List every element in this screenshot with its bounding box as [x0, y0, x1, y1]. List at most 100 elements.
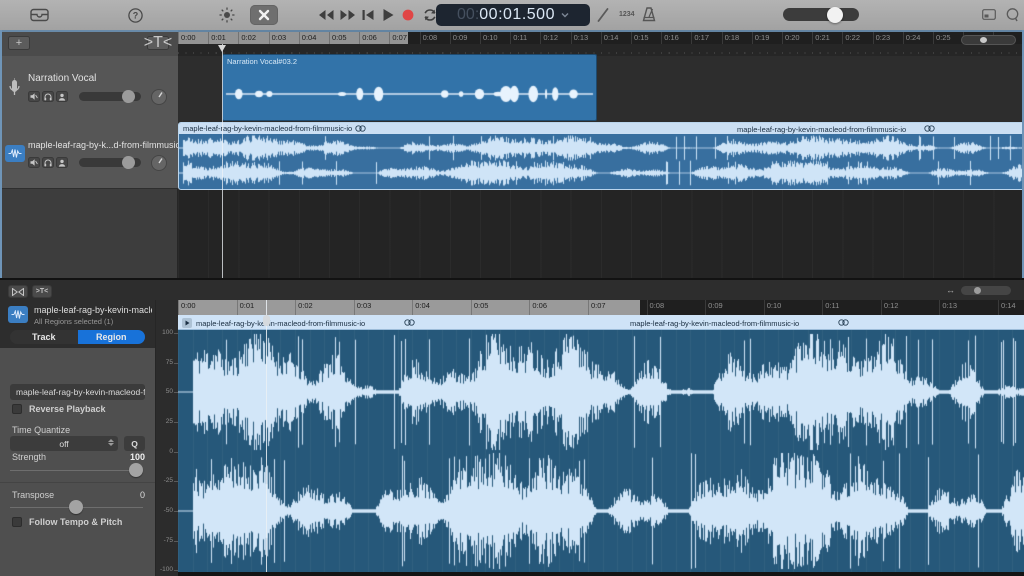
- editor-tab-bar: Track Region: [10, 330, 145, 344]
- ruler-tick-label: 0:04: [415, 301, 430, 310]
- ruler-tick-label: 0:11: [513, 33, 527, 42]
- ruler-tick: [812, 32, 813, 44]
- ruler-tick-label: 0:14: [1001, 301, 1016, 310]
- strength-slider-track[interactable]: [10, 470, 143, 471]
- ruler-tick-label: 0:12: [884, 301, 899, 310]
- region-play-icon[interactable]: [182, 318, 192, 328]
- playhead-marker[interactable]: [218, 45, 226, 52]
- ruler-tick-label: 0:15: [634, 33, 649, 42]
- lcd-chevron-icon[interactable]: [561, 12, 569, 18]
- ruler-tick-label: 0:08: [650, 301, 665, 310]
- help-bubble-icon[interactable]: [1006, 8, 1019, 22]
- scale-label: -25: [164, 477, 173, 484]
- track-volume-knob[interactable]: [122, 90, 135, 103]
- ruler-tick: [588, 300, 589, 315]
- playhead-line[interactable]: [222, 44, 223, 278]
- ruler-tick: [529, 300, 530, 315]
- ruler-tick: [601, 32, 602, 44]
- mute-button[interactable]: [28, 91, 40, 102]
- count-in-button[interactable]: 1234: [619, 11, 635, 18]
- flex-button[interactable]: [8, 285, 28, 298]
- lcd-time-value: 00:01.500: [479, 6, 555, 24]
- ruler-tick: [420, 32, 421, 44]
- editor-zoom-knob[interactable]: [974, 287, 981, 294]
- ruler-tick: [354, 300, 355, 315]
- track-volume-knob[interactable]: [122, 156, 135, 169]
- strength-label: Strength: [12, 452, 46, 462]
- track-name[interactable]: maple-leaf-rag-by-k...d-from-filmmusic-i…: [28, 140, 190, 150]
- scale-label: 50: [166, 388, 173, 395]
- editor-waveform[interactable]: [178, 330, 1024, 572]
- zoom-knob[interactable]: [980, 37, 987, 43]
- forward-button[interactable]: [340, 10, 356, 20]
- ruler-tick: [269, 32, 270, 44]
- ruler-tick-label: 0:02: [298, 301, 313, 310]
- track-volume-slider[interactable]: [79, 158, 141, 167]
- ruler-tick: [329, 32, 330, 44]
- maple-waveform: [179, 134, 1023, 188]
- library-icon[interactable]: [30, 8, 49, 22]
- track-header-narration[interactable]: Narration Vocal: [0, 56, 178, 121]
- catch-playhead-button[interactable]: >T<: [147, 36, 169, 50]
- metronome-icon[interactable]: [642, 7, 656, 22]
- go-to-beginning-button[interactable]: [362, 10, 374, 20]
- stepper-icon: [108, 439, 114, 446]
- cut-tool-button[interactable]: [250, 5, 278, 25]
- master-volume-knob[interactable]: [827, 7, 843, 23]
- editor-region-strip[interactable]: maple-leaf-rag-by-kevin-macleod-from-fil…: [178, 315, 1024, 330]
- track-name[interactable]: Narration Vocal: [28, 73, 96, 84]
- tuner-icon[interactable]: [597, 8, 609, 22]
- arrange-ruler[interactable]: 0:000:010:020:030:040:050:060:070:080:09…: [178, 32, 1024, 44]
- ruler-tick-label: 0:20: [785, 33, 800, 42]
- ruler-tick: [480, 32, 481, 44]
- solo-headphones-button[interactable]: [42, 91, 54, 102]
- track-header-maple[interactable]: maple-leaf-rag-by-k...d-from-filmmusic-i…: [0, 120, 178, 189]
- input-monitoring-button[interactable]: [56, 157, 68, 168]
- region-label-repeat: maple-leaf-rag-by-kevin-macleod-from-fil…: [737, 125, 906, 134]
- display-mode-icon[interactable]: [982, 9, 996, 20]
- lcd-time-display[interactable]: 00: 00:01.500: [436, 4, 590, 26]
- tab-track[interactable]: Track: [10, 330, 78, 344]
- editor-playhead-line[interactable]: [266, 300, 267, 572]
- ruler-tick-label: 0:11: [825, 301, 839, 310]
- master-volume-slider[interactable]: [783, 8, 859, 21]
- region-maple[interactable]: maple-leaf-rag-by-kevin-macleod-from-fil…: [178, 122, 1024, 190]
- pan-knob[interactable]: [151, 155, 167, 171]
- ruler-tick-label: 0:25: [936, 33, 951, 42]
- strength-slider-knob[interactable]: [129, 463, 143, 477]
- cycle-button[interactable]: [423, 8, 437, 22]
- play-button[interactable]: [383, 9, 394, 21]
- transpose-slider-knob[interactable]: [69, 500, 83, 514]
- empty-lane-area[interactable]: [178, 188, 1024, 278]
- reverse-playback-checkbox[interactable]: [12, 404, 22, 414]
- track-volume-slider[interactable]: [79, 92, 141, 101]
- region-narration[interactable]: Narration Vocal#03.2: [222, 54, 597, 121]
- rewind-button[interactable]: [318, 10, 334, 20]
- brightness-icon[interactable]: [219, 7, 235, 23]
- record-button[interactable]: [402, 9, 414, 21]
- solo-headphones-button[interactable]: [42, 157, 54, 168]
- ruler-tick: [237, 300, 238, 315]
- region-title-strip[interactable]: maple-leaf-rag-by-kevin-macleod-from-fil…: [179, 123, 1024, 134]
- pan-knob[interactable]: [151, 89, 167, 105]
- editor-playhead-marker[interactable]: [263, 315, 270, 326]
- add-track-button[interactable]: +: [8, 36, 30, 50]
- catch-playhead-button[interactable]: >T<: [32, 285, 52, 298]
- ruler-tick-label: 0:04: [302, 33, 317, 42]
- ruler-tick: [238, 32, 239, 44]
- region-name-field[interactable]: maple-leaf-rag-by-kevin-macleod-fro…: [10, 384, 145, 400]
- quantize-q-button[interactable]: Q: [124, 436, 145, 451]
- horizontal-zoom-slider[interactable]: [961, 35, 1016, 45]
- mute-button[interactable]: [28, 157, 40, 168]
- time-quantize-label: Time Quantize: [12, 425, 70, 435]
- editor-zoom-slider[interactable]: [961, 286, 1011, 295]
- input-monitoring-button[interactable]: [56, 91, 68, 102]
- ruler-tick: [359, 32, 360, 44]
- time-quantize-select[interactable]: off: [10, 436, 118, 451]
- follow-tempo-checkbox[interactable]: [12, 517, 22, 527]
- tab-region[interactable]: Region: [78, 330, 146, 344]
- help-icon[interactable]: ?: [128, 8, 143, 23]
- ruler-tick-label: 0:05: [332, 33, 347, 42]
- editor-ruler[interactable]: 0:000:010:020:030:040:050:060:070:080:09…: [178, 300, 1024, 315]
- track-header-column: + >T< Narration Vocal: [0, 30, 178, 278]
